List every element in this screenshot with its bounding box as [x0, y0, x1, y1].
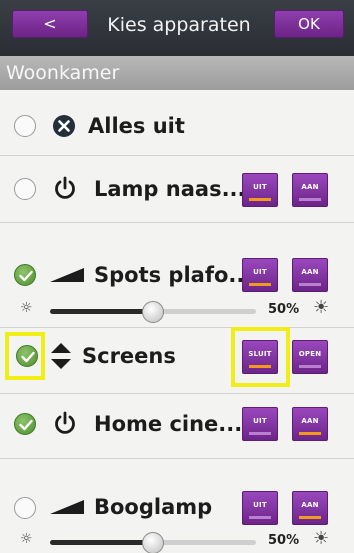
back-button[interactable]: <: [12, 10, 88, 38]
sun-large-icon: ☀: [313, 297, 330, 318]
sun-small-icon: ☼: [20, 531, 33, 547]
spots-uit-button[interactable]: UIT: [242, 258, 278, 292]
device-label-spots: Spots plafo...: [94, 263, 253, 287]
divider: [0, 222, 354, 223]
select-radio-lamp[interactable]: [14, 178, 36, 200]
up-down-arrows-icon: [50, 342, 72, 374]
lamp-aan-button[interactable]: AAN: [292, 173, 328, 207]
screens-sluit-button[interactable]: SLUIT: [242, 340, 278, 374]
power-icon: [52, 175, 78, 205]
lamp-uit-button[interactable]: UIT: [242, 173, 278, 207]
spots-aan-button[interactable]: AAN: [292, 258, 328, 292]
device-label-booglamp: Booglamp: [94, 495, 213, 519]
select-radio-booglamp[interactable]: [14, 497, 36, 519]
spots-slider-thumb[interactable]: [142, 301, 164, 323]
home-cinema-uit-button[interactable]: UIT: [242, 407, 278, 441]
select-radio-alles-uit[interactable]: [14, 115, 36, 137]
screens-open-button[interactable]: OPEN: [292, 340, 328, 374]
spots-level-text: 50%: [268, 302, 300, 317]
booglamp-slider-thumb[interactable]: [142, 532, 164, 553]
sun-large-icon: ☀: [313, 528, 330, 549]
dimmer-wedge-icon: [50, 266, 84, 286]
sun-small-icon: ☼: [20, 300, 33, 316]
booglamp-uit-button[interactable]: UIT: [242, 491, 278, 525]
booglamp-aan-button[interactable]: AAN: [292, 491, 328, 525]
device-label-home-cinema: Home cine...: [94, 412, 243, 436]
device-label-lamp: Lamp naas...: [94, 177, 246, 201]
divider: [0, 458, 354, 459]
selected-check-home-cinema[interactable]: [14, 413, 36, 435]
home-cinema-aan-button[interactable]: AAN: [292, 407, 328, 441]
divider: [0, 393, 354, 394]
page-title: Kies apparaten: [107, 14, 251, 36]
title-bar: < Kies apparaten OK: [0, 0, 354, 56]
divider: [0, 155, 354, 156]
device-label-screens: Screens: [82, 344, 176, 368]
divider: [0, 327, 354, 328]
selected-check-spots[interactable]: [14, 264, 36, 286]
dimmer-wedge-icon: [50, 498, 84, 518]
power-icon: [52, 410, 78, 440]
ok-button[interactable]: OK: [274, 10, 344, 38]
close-circle-icon: [52, 114, 76, 142]
booglamp-level-text: 50%: [268, 533, 300, 548]
selected-check-screens[interactable]: [16, 345, 38, 367]
section-header-woonkamer: Woonkamer: [0, 56, 354, 90]
device-label-alles-uit: Alles uit: [88, 114, 185, 138]
